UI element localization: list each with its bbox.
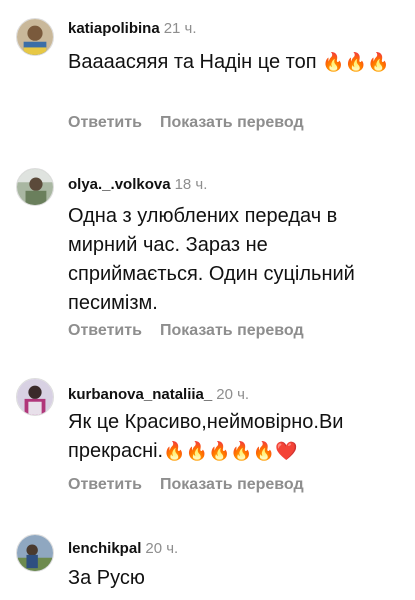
timestamp: 21 ч. (163, 20, 197, 37)
username[interactable]: katiapolibina (68, 20, 160, 37)
reply-button[interactable]: Ответить (68, 476, 142, 494)
reply-button[interactable]: Ответить (68, 322, 142, 340)
timestamp: 20 ч. (216, 386, 250, 403)
fire-emoji: 🔥🔥🔥 (322, 52, 390, 73)
comment-text: За Русю (68, 567, 145, 589)
timestamp: 20 ч. (145, 540, 179, 557)
timestamp: 18 ч. (174, 176, 208, 193)
comment-text: Ваааасяяя та Надін це топ 🔥🔥🔥 (68, 51, 390, 73)
username[interactable]: kurbanova_nataliia_ (68, 386, 212, 403)
avatar[interactable] (16, 18, 54, 56)
show-translation-button[interactable]: Показать перевод (160, 114, 304, 132)
avatar[interactable] (16, 168, 54, 206)
reply-button[interactable]: Ответить (68, 114, 142, 132)
username[interactable]: lenchikpal (68, 540, 141, 557)
fire-heart-emoji: 🔥🔥🔥🔥🔥❤️ (163, 441, 298, 462)
username[interactable]: olya._.volkova (68, 176, 171, 193)
comment-text: Як це Красиво,неймовірно.Ви прекрасні.🔥🔥… (68, 411, 344, 462)
avatar[interactable] (16, 378, 54, 416)
show-translation-button[interactable]: Показать перевод (160, 322, 304, 340)
avatar[interactable] (16, 534, 54, 572)
show-translation-button[interactable]: Показать перевод (160, 476, 304, 494)
comment-text: Одна з улюблених передач в мирний час. З… (68, 205, 355, 314)
